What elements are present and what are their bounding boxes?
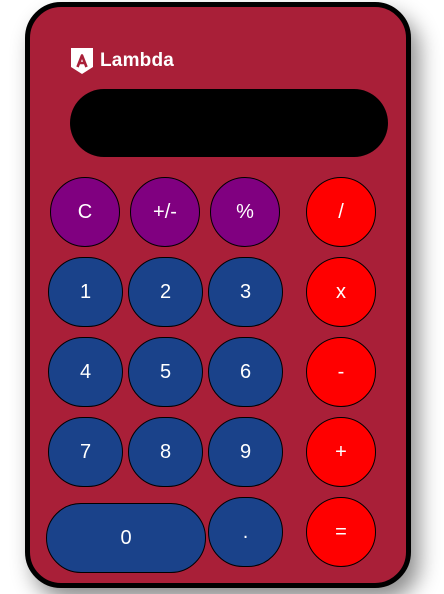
divide-button[interactable]: / <box>306 177 376 247</box>
digit-2-button[interactable]: 2 <box>128 257 203 327</box>
page: Lambda C +/- % / 1 2 3 x 4 5 6 - 7 8 9 +… <box>0 0 444 594</box>
calculator-display <box>70 89 388 157</box>
subtract-button[interactable]: - <box>306 337 376 407</box>
decimal-button[interactable]: . <box>208 497 283 567</box>
brand: Lambda <box>70 47 174 75</box>
digit-6-button[interactable]: 6 <box>208 337 283 407</box>
digit-7-button[interactable]: 7 <box>48 417 123 487</box>
digit-0-button[interactable]: 0 <box>46 503 206 573</box>
digit-5-button[interactable]: 5 <box>128 337 203 407</box>
digit-1-button[interactable]: 1 <box>48 257 123 327</box>
digit-4-button[interactable]: 4 <box>48 337 123 407</box>
digit-8-button[interactable]: 8 <box>128 417 203 487</box>
brand-name: Lambda <box>100 50 175 71</box>
percent-button[interactable]: % <box>210 177 280 247</box>
add-button[interactable]: + <box>306 417 376 487</box>
calculator-body: Lambda C +/- % / 1 2 3 x 4 5 6 - 7 8 9 +… <box>25 2 411 588</box>
multiply-button[interactable]: x <box>306 257 376 327</box>
digit-9-button[interactable]: 9 <box>208 417 283 487</box>
sign-toggle-button[interactable]: +/- <box>130 177 200 247</box>
digit-3-button[interactable]: 3 <box>208 257 283 327</box>
lambda-logo-icon <box>71 48 93 74</box>
equals-button[interactable]: = <box>306 497 376 567</box>
clear-button[interactable]: C <box>50 177 120 247</box>
